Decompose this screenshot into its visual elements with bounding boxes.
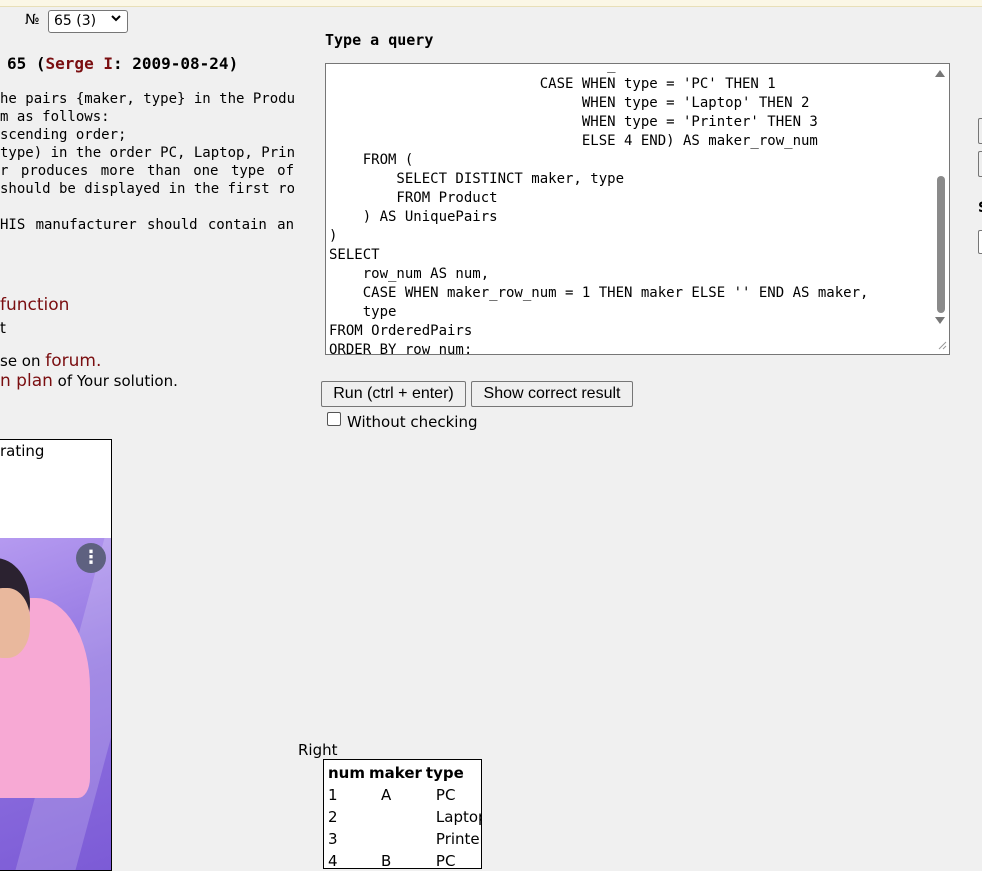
table-cell [367, 828, 424, 850]
scroll-down-icon[interactable] [935, 317, 945, 328]
table-row: 2 Laptop [326, 806, 481, 828]
description-line: HIS manufacturer should contain an [0, 217, 294, 233]
problem-author[interactable]: Serge I [46, 54, 113, 73]
plan-line: n plan of Your solution. [0, 371, 178, 391]
problem-title: 65 (Serge I: 2009-08-24) [7, 54, 239, 73]
table-row: 4 B PC [326, 850, 481, 869]
problem-date: 2009-08-24 [132, 54, 229, 73]
problem-description: he pairs {maker, type} in the Product m … [0, 90, 294, 234]
plan-suffix: of Your solution. [52, 372, 178, 390]
show-correct-result-button[interactable]: Show correct result [471, 381, 633, 407]
table-row: 1 A PC [326, 784, 481, 806]
description-line: he pairs {maker, type} in the Product [0, 91, 294, 107]
table-cell: B [381, 852, 392, 869]
table-header-row: num maker type [326, 762, 481, 784]
table-cell: PC [435, 786, 456, 804]
query-textarea[interactable]: _ CASE WHEN type = 'PC' THEN 1 WHEN type… [325, 63, 950, 355]
table-cell [367, 806, 424, 828]
table-row: 3 Printer [326, 828, 482, 850]
description-line: r produces more than one type of [0, 163, 294, 179]
result-label: Right [298, 741, 338, 759]
problem-number-label: № [25, 12, 40, 28]
edge-input[interactable] [978, 230, 982, 254]
table-cell: 4 [328, 852, 338, 869]
function-link[interactable]: function [0, 295, 69, 315]
table-cell: 1 [328, 786, 338, 804]
table-cell: Printer [435, 830, 482, 848]
column-header: maker [369, 764, 422, 782]
query-scrollbar[interactable] [932, 64, 949, 354]
result-table-container: num maker type 1 A PC 2 Laptop 3 Printer… [323, 759, 482, 869]
scroll-up-icon[interactable] [935, 69, 945, 80]
without-checking-label: Without checking [347, 413, 478, 431]
description-line [0, 198, 294, 216]
description-line: type) in the order PC, Laptop, Printer. [0, 145, 294, 161]
column-header: type [425, 764, 464, 782]
query-text[interactable]: _ CASE WHEN type = 'PC' THEN 1 WHEN type… [329, 64, 868, 354]
run-button[interactable]: Run (ctrl + enter) [321, 381, 466, 407]
plan-link[interactable]: n plan [0, 371, 53, 391]
description-line: scending order; [0, 127, 127, 143]
problem-select-value: 65 (3) [54, 13, 97, 29]
table-cell: Laptop [435, 808, 481, 826]
query-title: Type a query [325, 31, 434, 49]
problem-number: 65 [7, 54, 27, 73]
resize-handle-icon[interactable] [938, 341, 947, 353]
rating-box: rating ⋮ [0, 439, 112, 871]
description-line: should be displayed in the first row [0, 181, 294, 197]
column-header: num [328, 764, 365, 782]
rating-label: rating [0, 442, 45, 460]
more-options-icon[interactable]: ⋮ [76, 543, 106, 573]
problem-select[interactable]: 65 (3) [48, 10, 128, 33]
chevron-down-icon [110, 12, 122, 28]
edge-button[interactable] [978, 118, 982, 144]
table-cell: PC [435, 852, 456, 869]
scrollbar-thumb[interactable] [937, 176, 945, 313]
edge-label: S [978, 200, 982, 216]
table-cell: 2 [328, 808, 338, 826]
small-text: t [0, 319, 6, 337]
advertisement-image[interactable]: ⋮ [0, 538, 111, 870]
result-table: num maker type 1 A PC 2 Laptop 3 Printer… [326, 762, 482, 869]
forum-prefix: se on [0, 352, 46, 370]
forum-line: se on forum. [0, 351, 101, 371]
without-checking-checkbox[interactable] [327, 412, 341, 426]
top-border [0, 0, 982, 7]
table-cell: A [381, 786, 392, 804]
edge-button[interactable] [978, 151, 982, 177]
table-cell: 3 [328, 830, 338, 848]
description-line: m as follows: [0, 109, 110, 125]
forum-link[interactable]: forum. [45, 351, 101, 371]
